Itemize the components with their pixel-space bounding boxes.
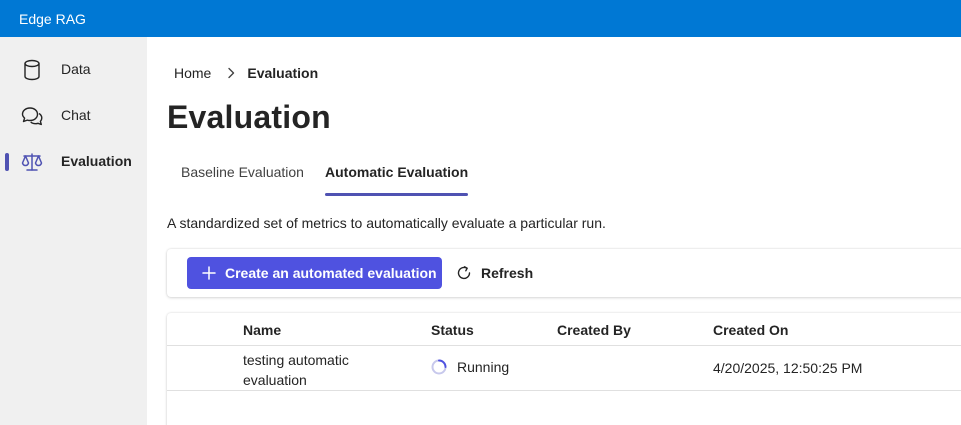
tab-active-underline <box>325 193 469 196</box>
main-content: Home Evaluation Evaluation Baseline Eval… <box>147 37 961 425</box>
app-title: Edge RAG <box>19 10 86 27</box>
chevron-right-icon <box>227 67 235 79</box>
sidebar-item-label: Chat <box>61 107 91 123</box>
refresh-button-label: Refresh <box>481 265 534 281</box>
evaluations-table: Name Status Created By Created On testin… <box>167 313 961 425</box>
breadcrumb-current: Evaluation <box>247 65 319 81</box>
create-button-label: Create an automated evaluation <box>225 265 437 281</box>
active-indicator <box>5 153 9 171</box>
cell-name: testing automatic evaluation <box>243 352 349 388</box>
cell-created-on: 4/20/2025, 12:50:25 PM <box>713 360 863 376</box>
tab-baseline-evaluation[interactable]: Baseline Evaluation <box>181 164 304 198</box>
refresh-icon <box>456 265 472 281</box>
tab-label: Baseline Evaluation <box>181 164 304 180</box>
tab-label: Automatic Evaluation <box>325 164 469 180</box>
scale-icon <box>21 151 43 173</box>
sidebar-item-label: Data <box>61 61 91 77</box>
cell-status: Running <box>431 359 509 375</box>
plus-icon <box>202 266 216 280</box>
toolbar: Create an automated evaluation Refresh <box>167 249 961 297</box>
sidebar-item-label: Evaluation <box>61 153 132 169</box>
tab-automatic-evaluation[interactable]: Automatic Evaluation <box>325 164 469 198</box>
refresh-button[interactable]: Refresh <box>456 257 533 289</box>
table-header: Name Status Created By Created On <box>167 313 961 346</box>
sidebar-item-data[interactable]: Data <box>0 49 147 89</box>
breadcrumb-home[interactable]: Home <box>174 65 211 81</box>
column-header-status[interactable]: Status <box>431 322 474 338</box>
breadcrumb: Home Evaluation <box>174 65 318 81</box>
create-automated-evaluation-button[interactable]: Create an automated evaluation <box>187 257 442 289</box>
top-bar: Edge RAG <box>0 0 961 37</box>
column-header-created-by[interactable]: Created By <box>557 322 631 338</box>
chat-icon <box>21 105 43 127</box>
sidebar-item-evaluation[interactable]: Evaluation <box>0 141 147 181</box>
database-icon <box>21 59 43 81</box>
status-text: Running <box>457 359 510 375</box>
table-row[interactable]: testing automatic evaluation Running 4/2… <box>167 346 961 391</box>
spinner-icon <box>431 359 447 375</box>
column-header-created-on[interactable]: Created On <box>713 322 788 338</box>
column-header-name[interactable]: Name <box>243 322 281 338</box>
page-title: Evaluation <box>167 99 331 135</box>
sidebar: Data Chat Evaluation <box>0 37 147 425</box>
page-description: A standardized set of metrics to automat… <box>167 215 606 231</box>
sidebar-item-chat[interactable]: Chat <box>0 95 147 135</box>
